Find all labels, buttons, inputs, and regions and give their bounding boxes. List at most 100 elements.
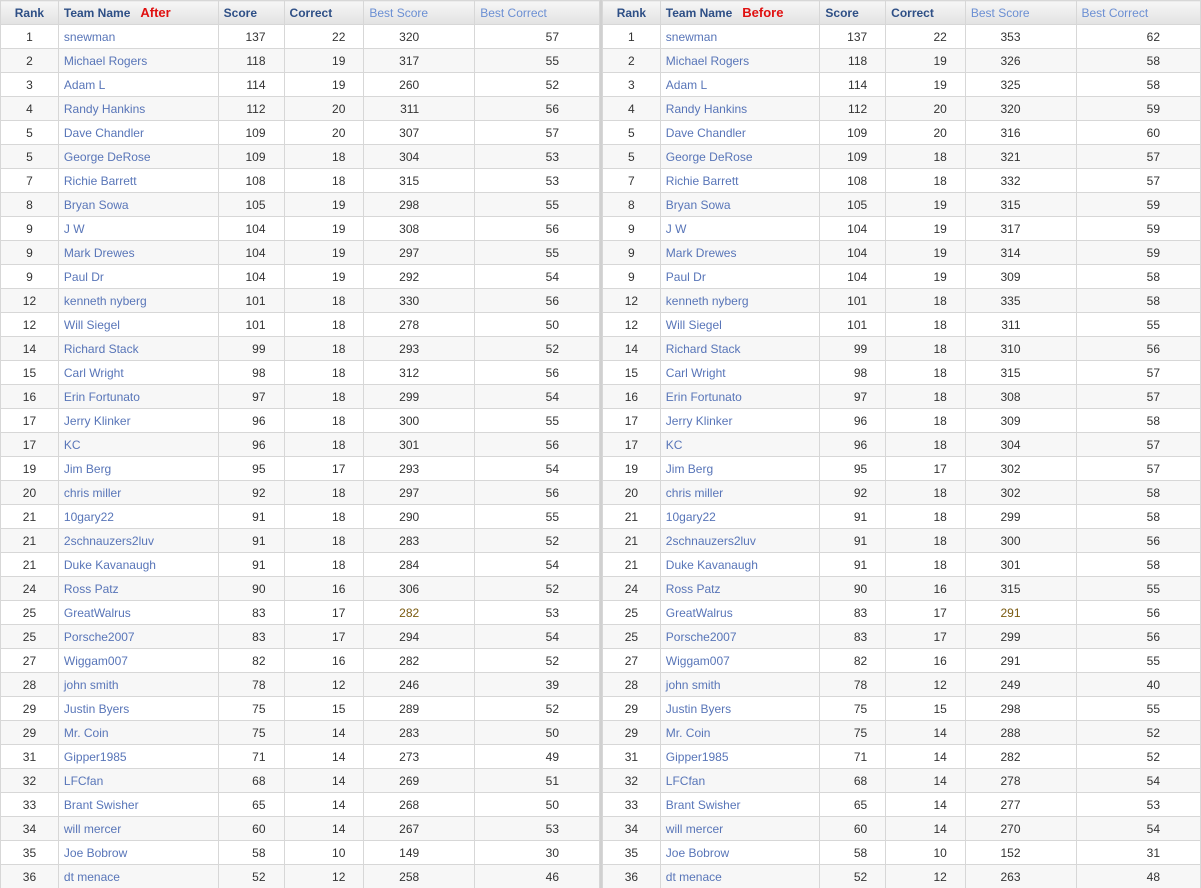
team-name-link[interactable]: LFCfan: [57, 768, 219, 793]
best-correct-cell: 57: [1075, 384, 1201, 409]
team-name-link[interactable]: Jim Berg: [57, 456, 219, 481]
team-name-link[interactable]: J W: [57, 216, 219, 241]
team-name-link[interactable]: Randy Hankins: [659, 96, 821, 121]
team-name-link[interactable]: Richard Stack: [659, 336, 821, 361]
team-name-link[interactable]: john smith: [659, 672, 821, 697]
team-name-header[interactable]: Team Name After: [57, 0, 219, 25]
team-name-link[interactable]: Justin Byers: [659, 696, 821, 721]
team-name-link[interactable]: john smith: [57, 672, 219, 697]
best-correct-cell: 55: [1075, 576, 1201, 601]
team-name-link[interactable]: J W: [659, 216, 821, 241]
team-name-link[interactable]: Dave Chandler: [57, 120, 219, 145]
table-row: 19 Jim Berg 95 17 293 54: [0, 456, 600, 481]
team-name-link[interactable]: Carl Wright: [57, 360, 219, 385]
team-name-link[interactable]: Brant Swisher: [57, 792, 219, 817]
team-name-link[interactable]: Paul Dr: [659, 264, 821, 289]
team-name-link[interactable]: Porsche2007: [57, 624, 219, 649]
team-name-link[interactable]: Richie Barrett: [659, 168, 821, 193]
team-name-link[interactable]: Gipper1985: [57, 744, 219, 769]
correct-header[interactable]: Correct: [885, 0, 966, 25]
team-name-link[interactable]: Duke Kavanaugh: [57, 552, 219, 577]
team-name-link[interactable]: Mr. Coin: [659, 720, 821, 745]
best-correct-cell: 31: [1075, 840, 1201, 865]
team-name-link[interactable]: 2schnauzers2luv: [57, 528, 219, 553]
team-name-link[interactable]: 10gary22: [659, 504, 821, 529]
best-correct-cell: 55: [1075, 312, 1201, 337]
team-name-link[interactable]: Richard Stack: [57, 336, 219, 361]
team-name-link[interactable]: Carl Wright: [659, 360, 821, 385]
team-name-link[interactable]: Brant Swisher: [659, 792, 821, 817]
team-name-link[interactable]: Jim Berg: [659, 456, 821, 481]
team-name-link[interactable]: chris miller: [57, 480, 219, 505]
team-name-link[interactable]: snewman: [659, 24, 821, 49]
team-name-link[interactable]: Joe Bobrow: [659, 840, 821, 865]
best-correct-header[interactable]: Best Correct: [1075, 0, 1201, 25]
team-name-link[interactable]: chris miller: [659, 480, 821, 505]
best-score-header[interactable]: Best Score: [363, 0, 476, 25]
score-header[interactable]: Score: [217, 0, 285, 25]
team-name-link[interactable]: 10gary22: [57, 504, 219, 529]
team-name-link[interactable]: Randy Hankins: [57, 96, 219, 121]
team-name-link[interactable]: KC: [659, 432, 821, 457]
team-name-link[interactable]: George DeRose: [659, 144, 821, 169]
team-name-link[interactable]: Michael Rogers: [57, 48, 219, 73]
score-cell: 104: [819, 216, 887, 241]
team-name-link[interactable]: Ross Patz: [57, 576, 219, 601]
team-name-link[interactable]: Joe Bobrow: [57, 840, 219, 865]
team-name-link[interactable]: Erin Fortunato: [57, 384, 219, 409]
team-name-link[interactable]: Adam L: [57, 72, 219, 97]
team-name-link[interactable]: Wiggam007: [659, 648, 821, 673]
correct-header[interactable]: Correct: [283, 0, 365, 25]
team-name-link[interactable]: Duke Kavanaugh: [659, 552, 821, 577]
best-score-cell: 273: [363, 744, 476, 769]
team-name-link[interactable]: GreatWalrus: [659, 600, 821, 625]
score-header[interactable]: Score: [819, 0, 887, 25]
team-name-link[interactable]: GreatWalrus: [57, 600, 219, 625]
rank-header[interactable]: Rank: [0, 0, 59, 25]
team-name-header[interactable]: Team Name Before: [659, 0, 821, 25]
rank-cell: 14: [0, 336, 59, 361]
table-row: 20 chris miller 92 18 302 58: [602, 480, 1201, 505]
team-name-link[interactable]: Dave Chandler: [659, 120, 821, 145]
team-name-link[interactable]: Ross Patz: [659, 576, 821, 601]
team-name-link[interactable]: Gipper1985: [659, 744, 821, 769]
team-name-link[interactable]: 2schnauzers2luv: [659, 528, 821, 553]
best-correct-header[interactable]: Best Correct: [474, 0, 600, 25]
team-name-link[interactable]: Adam L: [659, 72, 821, 97]
team-name-link[interactable]: Michael Rogers: [659, 48, 821, 73]
team-name-link[interactable]: KC: [57, 432, 219, 457]
team-name-link[interactable]: Bryan Sowa: [57, 192, 219, 217]
team-name-link[interactable]: will mercer: [57, 816, 219, 841]
team-name-link[interactable]: kenneth nyberg: [57, 288, 219, 313]
table-row: 21 Duke Kavanaugh 91 18 284 54: [0, 552, 600, 577]
team-name-link[interactable]: will mercer: [659, 816, 821, 841]
best-score-header[interactable]: Best Score: [964, 0, 1077, 25]
team-name-link[interactable]: dt menace: [659, 864, 821, 888]
correct-cell: 14: [283, 720, 365, 745]
team-name-link[interactable]: Porsche2007: [659, 624, 821, 649]
team-name-link[interactable]: Jerry Klinker: [659, 408, 821, 433]
table-row: 17 Jerry Klinker 96 18 300 55: [0, 408, 600, 433]
team-name-link[interactable]: Paul Dr: [57, 264, 219, 289]
team-name-link[interactable]: Mark Drewes: [659, 240, 821, 265]
team-name-link[interactable]: Bryan Sowa: [659, 192, 821, 217]
best-score-cell: 306: [363, 576, 476, 601]
team-name-link[interactable]: Mr. Coin: [57, 720, 219, 745]
team-name-link[interactable]: dt menace: [57, 864, 219, 888]
team-name-link[interactable]: Jerry Klinker: [57, 408, 219, 433]
team-name-link[interactable]: kenneth nyberg: [659, 288, 821, 313]
team-name-link[interactable]: Richie Barrett: [57, 168, 219, 193]
team-name-link[interactable]: Will Siegel: [659, 312, 821, 337]
team-name-link[interactable]: Justin Byers: [57, 696, 219, 721]
team-name-link[interactable]: George DeRose: [57, 144, 219, 169]
team-name-link[interactable]: Mark Drewes: [57, 240, 219, 265]
team-name-link[interactable]: Wiggam007: [57, 648, 219, 673]
team-name-link[interactable]: Will Siegel: [57, 312, 219, 337]
team-name-link[interactable]: LFCfan: [659, 768, 821, 793]
best-score-cell: 309: [964, 408, 1077, 433]
team-name-link[interactable]: Erin Fortunato: [659, 384, 821, 409]
team-name-link[interactable]: snewman: [57, 24, 219, 49]
table-row: 35 Joe Bobrow 58 10 152 31: [602, 840, 1201, 865]
best-correct-cell: 50: [474, 720, 600, 745]
rank-header[interactable]: Rank: [602, 0, 661, 25]
